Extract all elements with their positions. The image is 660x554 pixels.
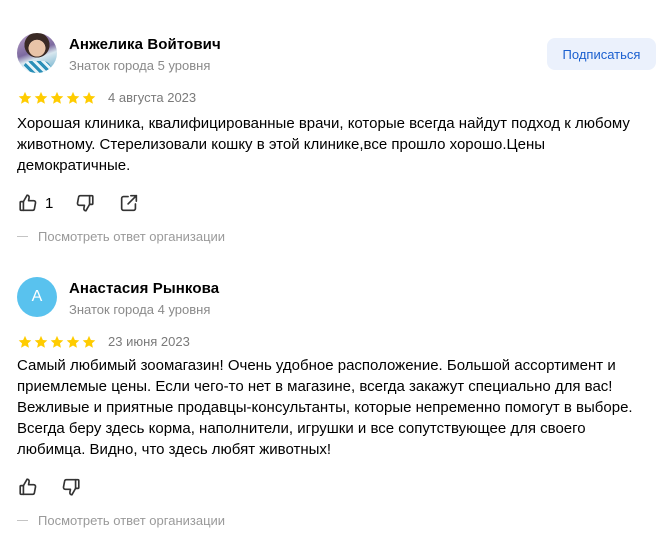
review-date: 4 августа 2023 bbox=[108, 90, 197, 105]
star-icon bbox=[34, 335, 48, 348]
avatar-photo-detail bbox=[23, 61, 51, 73]
star-icon bbox=[82, 335, 96, 348]
thumbs-up-icon bbox=[19, 194, 37, 212]
star-icon bbox=[50, 335, 64, 348]
star-icon bbox=[66, 335, 80, 348]
author-avatar[interactable] bbox=[17, 33, 57, 73]
rating-stars bbox=[18, 335, 96, 349]
rating-stars bbox=[18, 91, 96, 105]
author-level: Знаток города 4 уровня bbox=[69, 302, 211, 317]
share-button[interactable] bbox=[118, 192, 140, 214]
view-org-reply-link[interactable]: Посмотреть ответ организации bbox=[17, 513, 225, 528]
author-level: Знаток города 5 уровня bbox=[69, 58, 211, 73]
review-actions bbox=[17, 476, 82, 498]
thumbs-down-icon bbox=[77, 194, 94, 212]
star-icon bbox=[82, 91, 96, 104]
star-icon bbox=[50, 91, 64, 104]
share-icon bbox=[121, 194, 138, 212]
divider-dash bbox=[17, 520, 28, 521]
star-icon bbox=[18, 335, 32, 348]
review-actions: 1 bbox=[17, 192, 140, 214]
dislike-button[interactable] bbox=[74, 192, 96, 214]
author-avatar[interactable]: А bbox=[17, 277, 57, 317]
divider-dash bbox=[17, 236, 28, 237]
like-button[interactable] bbox=[17, 476, 39, 498]
review-date: 23 июня 2023 bbox=[108, 334, 190, 349]
review-text: Самый любимый зоомагазин! Очень удобное … bbox=[17, 357, 633, 458]
author-name[interactable]: Анастасия Рынкова bbox=[69, 280, 219, 297]
thumbs-up-icon bbox=[19, 478, 37, 496]
view-org-reply-link[interactable]: Посмотреть ответ организации bbox=[17, 229, 225, 244]
author-name[interactable]: Анжелика Войтович bbox=[69, 36, 221, 53]
dislike-button[interactable] bbox=[60, 476, 82, 498]
subscribe-button[interactable]: Подписаться bbox=[547, 38, 656, 70]
like-button[interactable]: 1 bbox=[17, 192, 53, 214]
star-icon bbox=[66, 91, 80, 104]
thumbs-down-icon bbox=[62, 478, 80, 496]
like-count: 1 bbox=[45, 194, 54, 212]
review-text: Хорошая клиника, квалифицированные врачи… bbox=[17, 115, 630, 174]
view-org-reply-label: Посмотреть ответ организации bbox=[38, 229, 226, 244]
star-icon bbox=[18, 91, 32, 104]
star-icon bbox=[34, 91, 48, 104]
view-org-reply-label: Посмотреть ответ организации bbox=[38, 513, 226, 528]
